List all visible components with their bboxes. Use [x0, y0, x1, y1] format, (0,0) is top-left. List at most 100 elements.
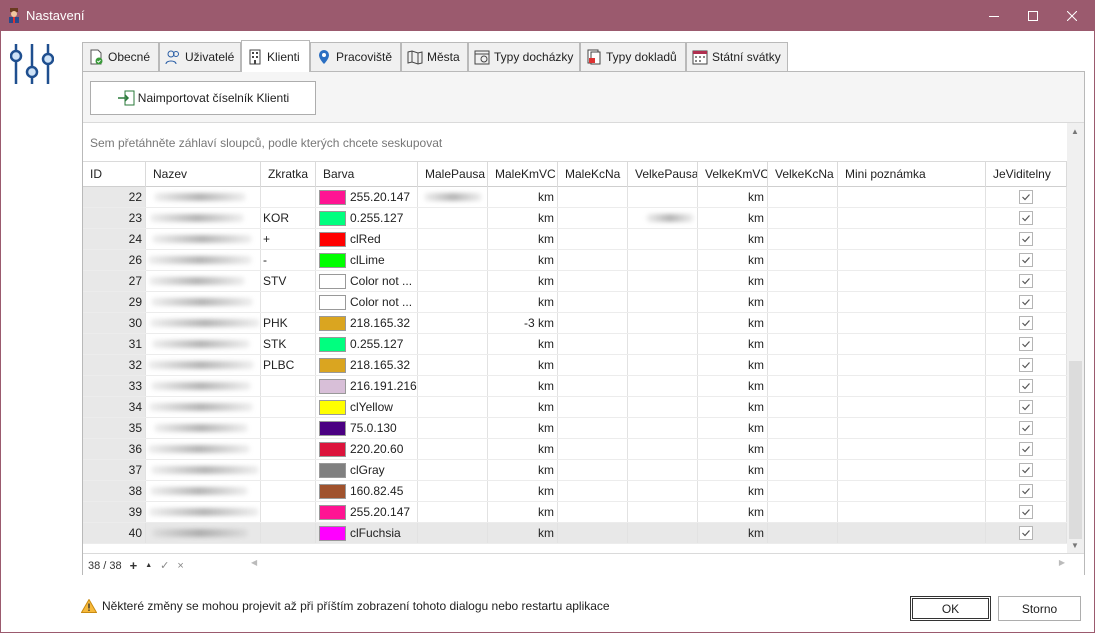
cell-nazev[interactable] [146, 439, 261, 459]
cell-nazev[interactable] [146, 208, 261, 228]
cell-id[interactable]: 31 [83, 334, 146, 354]
tab-mesta[interactable]: Města [401, 42, 468, 71]
cell-velke-km[interactable]: km [698, 313, 768, 333]
cell-je-viditelny[interactable] [986, 292, 1067, 312]
visible-checkbox[interactable] [1018, 316, 1033, 330]
cell-velke-pausa[interactable] [628, 439, 698, 459]
cell-barva[interactable]: 216.191.216 [316, 376, 418, 396]
tab-obecne[interactable]: Obecné [82, 42, 159, 71]
tab-uzivatele[interactable]: Uživatelé [159, 42, 241, 71]
cell-male-km[interactable]: km [488, 418, 558, 438]
visible-checkbox[interactable] [1018, 274, 1033, 288]
cell-velke-km[interactable]: km [698, 418, 768, 438]
cell-male-pausa[interactable] [418, 523, 488, 543]
cell-mini-poznamka[interactable] [838, 250, 986, 270]
table-row[interactable]: 34 clYellow km km [83, 397, 1067, 418]
cell-male-kc[interactable] [558, 271, 628, 291]
cell-zkratka[interactable] [261, 292, 316, 312]
cell-barva[interactable]: 218.165.32 [316, 313, 418, 333]
cell-male-km[interactable]: km [488, 250, 558, 270]
cell-male-kc[interactable] [558, 502, 628, 522]
table-row[interactable]: 31 STK 0.255.127 km km [83, 334, 1067, 355]
cell-velke-pausa[interactable] [628, 292, 698, 312]
cell-velke-km[interactable]: km [698, 229, 768, 249]
cell-male-pausa[interactable] [418, 313, 488, 333]
cell-je-viditelny[interactable] [986, 439, 1067, 459]
cell-velke-kc[interactable] [768, 376, 838, 396]
cell-male-pausa[interactable] [418, 502, 488, 522]
cell-male-kc[interactable] [558, 229, 628, 249]
tab-statni-svatky[interactable]: Státní svátky [686, 42, 788, 71]
cell-zkratka[interactable]: + [261, 229, 316, 249]
cell-barva[interactable]: 218.165.32 [316, 355, 418, 375]
cell-barva[interactable]: clGray [316, 460, 418, 480]
cell-velke-kc[interactable] [768, 229, 838, 249]
column-header[interactable]: Nazev [146, 162, 261, 187]
cell-zkratka[interactable]: KOR [261, 208, 316, 228]
cell-male-km[interactable]: km [488, 292, 558, 312]
cell-id[interactable]: 34 [83, 397, 146, 417]
cell-velke-km[interactable]: km [698, 397, 768, 417]
cell-barva[interactable]: clYellow [316, 397, 418, 417]
cancel-edit-button[interactable]: × [177, 560, 183, 572]
cell-male-pausa[interactable] [418, 376, 488, 396]
cell-je-viditelny[interactable] [986, 250, 1067, 270]
cell-zkratka[interactable] [261, 523, 316, 543]
visible-checkbox[interactable] [1018, 442, 1033, 456]
cell-male-kc[interactable] [558, 460, 628, 480]
cell-nazev[interactable] [146, 481, 261, 501]
cell-nazev[interactable] [146, 271, 261, 291]
cell-barva[interactable]: 220.20.60 [316, 439, 418, 459]
cell-velke-pausa[interactable] [628, 271, 698, 291]
add-record-button[interactable]: + [130, 558, 138, 573]
cell-male-pausa[interactable] [418, 355, 488, 375]
cell-velke-kc[interactable] [768, 481, 838, 501]
cell-mini-poznamka[interactable] [838, 355, 986, 375]
visible-checkbox[interactable] [1018, 421, 1033, 435]
cell-barva[interactable]: Color not ... [316, 292, 418, 312]
cell-zkratka[interactable]: - [261, 250, 316, 270]
cell-zkratka[interactable]: PLBC [261, 355, 316, 375]
cell-velke-kc[interactable] [768, 460, 838, 480]
cell-je-viditelny[interactable] [986, 460, 1067, 480]
cell-male-km[interactable]: km [488, 355, 558, 375]
cell-male-km[interactable]: km [488, 376, 558, 396]
cell-je-viditelny[interactable] [986, 523, 1067, 543]
cell-zkratka[interactable] [261, 397, 316, 417]
cell-velke-km[interactable]: km [698, 250, 768, 270]
table-row[interactable]: 26 - clLime km km [83, 250, 1067, 271]
cell-velke-kc[interactable] [768, 355, 838, 375]
cell-nazev[interactable] [146, 292, 261, 312]
cell-male-km[interactable]: km [488, 208, 558, 228]
column-header[interactable]: ID [83, 162, 146, 187]
table-row[interactable]: 29 Color not ... km km [83, 292, 1067, 313]
scroll-down-arrow[interactable]: ▼ [1071, 541, 1079, 550]
cell-id[interactable]: 36 [83, 439, 146, 459]
cell-velke-km[interactable]: km [698, 481, 768, 501]
cell-je-viditelny[interactable] [986, 418, 1067, 438]
cell-mini-poznamka[interactable] [838, 187, 986, 207]
cell-velke-pausa[interactable] [628, 376, 698, 396]
scroll-left-arrow[interactable]: ◀ [251, 558, 257, 567]
cell-id[interactable]: 26 [83, 250, 146, 270]
cell-barva[interactable]: 0.255.127 [316, 208, 418, 228]
cell-velke-km[interactable]: km [698, 523, 768, 543]
cell-id[interactable]: 29 [83, 292, 146, 312]
cell-male-pausa[interactable] [418, 418, 488, 438]
cell-je-viditelny[interactable] [986, 229, 1067, 249]
cell-velke-pausa[interactable] [628, 334, 698, 354]
cell-je-viditelny[interactable] [986, 313, 1067, 333]
move-up-button[interactable]: ▲ [145, 562, 152, 569]
column-header[interactable]: Mini poznámka [838, 162, 986, 187]
cell-velke-pausa[interactable] [628, 229, 698, 249]
cell-mini-poznamka[interactable] [838, 418, 986, 438]
cell-barva[interactable]: Color not ... [316, 271, 418, 291]
visible-checkbox[interactable] [1018, 463, 1033, 477]
cell-zkratka[interactable] [261, 418, 316, 438]
cell-je-viditelny[interactable] [986, 355, 1067, 375]
cell-male-kc[interactable] [558, 355, 628, 375]
cell-velke-km[interactable]: km [698, 460, 768, 480]
cell-velke-kc[interactable] [768, 523, 838, 543]
visible-checkbox[interactable] [1018, 190, 1033, 204]
column-header[interactable]: Zkratka [261, 162, 316, 187]
